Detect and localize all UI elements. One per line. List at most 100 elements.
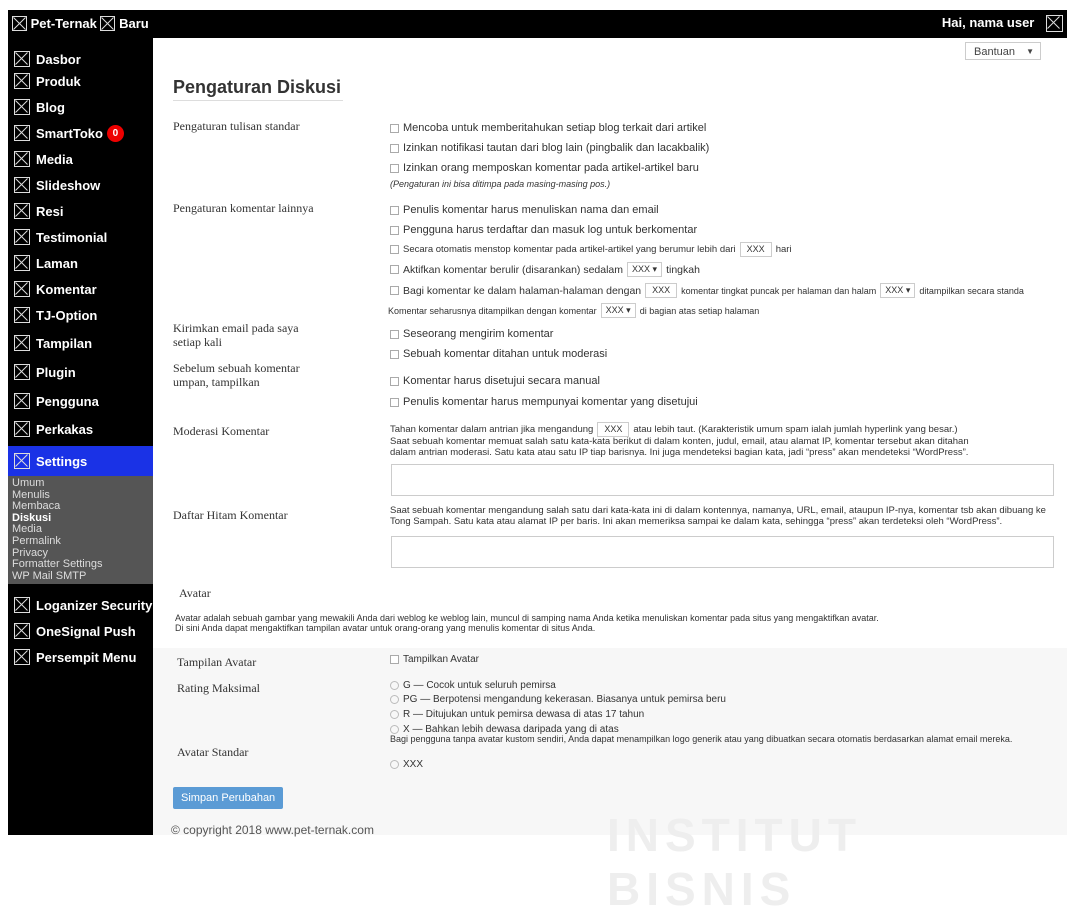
option-label: Izinkan orang memposkan komentar pada ar… — [403, 162, 699, 174]
sidebar-item-persempit-menu[interactable]: Persempit Menu — [8, 644, 153, 670]
blog-icon — [14, 99, 30, 115]
sidebar-item-produk[interactable]: Produk — [8, 68, 153, 94]
radio[interactable] — [390, 681, 399, 690]
label-default-avatar: Avatar Standar — [177, 745, 249, 759]
plugin-icon — [14, 364, 30, 380]
radio-default-avatar[interactable]: XXX — [390, 759, 423, 770]
option-previously-approved[interactable]: Penulis komentar harus mempunyai komenta… — [390, 396, 698, 408]
user-greeting[interactable]: Hai, nama user — [942, 15, 1063, 33]
sidebar-item-label: Slideshow — [36, 177, 101, 193]
sidebar-item-label: Dasbor — [36, 51, 81, 67]
chevron-down-icon: ▾ — [652, 264, 658, 274]
option-label: Sebuah komentar ditahan untuk moderasi — [403, 348, 608, 360]
greeting-text[interactable]: Hai, nama user — [942, 15, 1035, 30]
option-require-name-email[interactable]: Penulis komentar harus menuliskan nama d… — [390, 204, 659, 216]
sidebar-item-label: Settings — [36, 453, 88, 469]
option-allow-comments[interactable]: Izinkan orang memposkan komentar pada ar… — [390, 162, 699, 174]
sidebar-item-label: SmartToko — [36, 125, 103, 141]
moderation-keys-textarea[interactable] — [391, 464, 1054, 496]
sidebar-item-pengguna[interactable]: Pengguna — [8, 386, 153, 416]
option-auto-close-comments[interactable]: Secara otomatis menstop komentar pada ar… — [390, 242, 792, 257]
submenu-item-permalink[interactable]: Permalink — [8, 535, 153, 548]
blacklist-keys-textarea[interactable] — [391, 536, 1054, 568]
select-value: XXX — [632, 264, 651, 274]
option-email-held-comment[interactable]: Sebuah komentar ditahan untuk moderasi — [390, 348, 607, 360]
moderation-description-1: Saat sebuah komentar memuat salah satu k… — [390, 436, 969, 447]
checkbox[interactable] — [390, 376, 399, 386]
checkbox[interactable] — [390, 397, 399, 407]
radio[interactable] — [390, 710, 399, 719]
thread-depth-select[interactable]: XXX ▾ — [627, 262, 663, 277]
option-label: Komentar seharusnya ditampilkan dengan k… — [388, 305, 597, 316]
checkbox[interactable] — [390, 286, 399, 295]
sidebar-item-blog[interactable]: Blog — [8, 94, 153, 120]
option-paginate-comments[interactable]: Bagi komentar ke dalam halaman-halaman d… — [390, 283, 1024, 298]
avatar-description-2: Di sini Anda dapat mengaktifkan tampilan… — [175, 623, 596, 633]
submenu-item-umum[interactable]: Umum — [8, 477, 153, 490]
sidebar-item-smarttoko[interactable]: SmartToko 0 — [8, 120, 153, 146]
submenu-item-wp-mail-smtp[interactable]: WP Mail SMTP — [8, 570, 153, 583]
main-content: INSTITUT BISNIS Bantuan ▼ Pengaturan Disk… — [153, 38, 1067, 915]
option-label: Secara otomatis menstop komentar pada ar… — [403, 244, 736, 255]
days-input[interactable]: XXX — [739, 242, 772, 257]
sidebar-item-perkakas[interactable]: Perkakas — [8, 416, 153, 442]
option-label: XXX — [403, 759, 424, 770]
option-require-registration[interactable]: Pengguna harus terdaftar dan masuk log u… — [390, 224, 697, 236]
site-brand[interactable]: Pet-Ternak Baru — [12, 15, 149, 32]
option-icon — [14, 307, 30, 323]
sidebar-item-loganizer[interactable]: Loganizer Security — [8, 592, 153, 618]
checkbox[interactable] — [390, 329, 399, 339]
collapse-icon — [14, 649, 30, 666]
radio-rating-g[interactable]: G — Cocok untuk seluruh pemirsa — [390, 680, 556, 691]
radio[interactable] — [390, 695, 399, 704]
checkbox[interactable] — [390, 123, 399, 133]
save-changes-button[interactable]: Simpan Perubahan — [173, 787, 284, 809]
comments-per-page-input[interactable]: XXX — [645, 283, 678, 298]
sidebar-item-plugin[interactable]: Plugin — [8, 358, 153, 386]
sidebar-item-media[interactable]: Media — [8, 146, 153, 172]
sidebar-item-laman[interactable]: Laman — [8, 250, 153, 276]
option-show-avatars[interactable]: Tampilkan Avatar — [390, 654, 479, 665]
select-value: XXX — [885, 285, 904, 295]
checkbox[interactable] — [390, 225, 399, 235]
sidebar-item-slideshow[interactable]: Slideshow — [8, 172, 153, 198]
sidebar-item-resi[interactable]: Resi — [8, 198, 153, 224]
sidebar-item-label: Testimonial — [36, 229, 108, 245]
moderation-links-line: Tahan komentar dalam antrian jika mengan… — [390, 422, 958, 437]
radio-rating-r[interactable]: R — Ditujukan untuk pemirsa dewasa di at… — [390, 709, 644, 720]
checkbox[interactable] — [390, 163, 399, 173]
help-dropdown[interactable]: Bantuan ▼ — [965, 42, 1041, 60]
radio[interactable] — [390, 725, 399, 734]
sidebar-item-tampilan[interactable]: Tampilan — [8, 328, 153, 358]
sidebar-item-onesignal[interactable]: OneSignal Push — [8, 618, 153, 644]
option-notify-blogs[interactable]: Mencoba untuk memberitahukan setiap blog… — [390, 122, 706, 134]
option-email-new-comment[interactable]: Seseorang mengirim komentar — [390, 328, 553, 340]
checkbox[interactable] — [390, 143, 399, 153]
radio-rating-pg[interactable]: PG — Berpotensi mengandung kekerasan. Bi… — [390, 694, 726, 705]
appearance-icon — [14, 335, 30, 351]
checkbox[interactable] — [390, 265, 399, 274]
option-manual-approval[interactable]: Komentar harus disetujui secara manual — [390, 375, 600, 387]
checkbox[interactable] — [390, 655, 399, 664]
new-link[interactable]: Baru — [119, 16, 149, 31]
site-name[interactable]: Pet-Ternak — [31, 16, 97, 31]
slideshow-icon — [14, 177, 30, 193]
help-label: Bantuan — [974, 46, 1015, 58]
default-page-select[interactable]: XXX ▾ — [880, 283, 916, 298]
sidebar-item-settings[interactable]: Settings — [8, 446, 153, 476]
sidebar-item-label: Loganizer Security — [36, 597, 153, 613]
checkbox[interactable] — [390, 349, 399, 359]
checkbox[interactable] — [390, 245, 399, 254]
submenu-item-formatter[interactable]: Formatter Settings — [8, 559, 153, 571]
checkbox[interactable] — [390, 205, 399, 215]
sidebar-item-komentar[interactable]: Komentar — [8, 276, 153, 302]
user-avatar-icon[interactable] — [1046, 15, 1063, 33]
sidebar-item-tj-option[interactable]: TJ-Option — [8, 302, 153, 328]
label-max-rating: Rating Maksimal — [177, 681, 260, 695]
option-allow-pingbacks[interactable]: Izinkan notifikasi tautan dari blog lain… — [390, 142, 709, 154]
max-links-input[interactable]: XXX — [597, 422, 630, 437]
radio[interactable] — [390, 760, 399, 769]
comment-order-select[interactable]: XXX ▾ — [600, 303, 636, 318]
sidebar-item-testimonial[interactable]: Testimonial — [8, 224, 153, 250]
option-threaded-comments[interactable]: Aktifkan komentar berulir (disarankan) s… — [390, 262, 700, 277]
